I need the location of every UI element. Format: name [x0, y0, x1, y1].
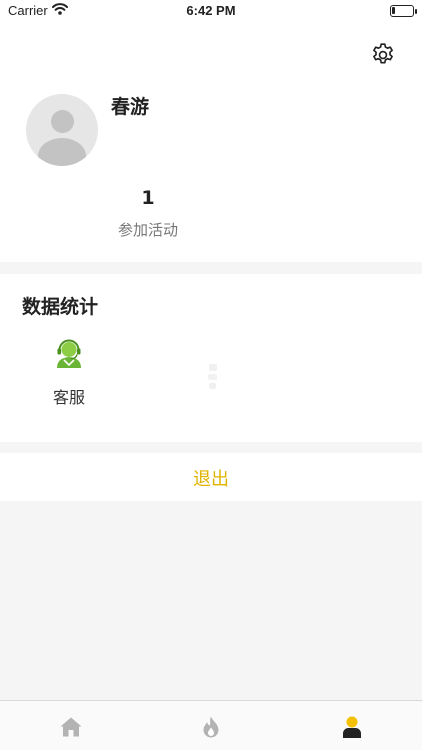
faint-decoration-icon	[208, 364, 217, 389]
activity-label: 参加活动	[117, 221, 178, 239]
avatar-head	[51, 110, 74, 133]
avatar-body	[38, 138, 86, 166]
tab-bar	[0, 700, 422, 750]
home-icon[interactable]	[59, 715, 83, 739]
customer-service-icon	[57, 339, 81, 368]
logout-label: 退出	[193, 469, 229, 490]
gear-icon[interactable]	[370, 42, 396, 68]
activity-count: 1	[141, 187, 155, 209]
flame-icon[interactable]	[199, 715, 223, 739]
logout-button[interactable]: 退出	[0, 453, 422, 501]
customer-service-label: 客服	[52, 388, 85, 407]
profile-card: 春游 1 参加活动	[0, 22, 422, 262]
battery-icon	[390, 5, 417, 17]
username: 春游	[111, 96, 150, 118]
status-bar: Carrier 6:42 PM	[0, 0, 422, 22]
person-icon[interactable]	[340, 715, 364, 739]
section-title: 数据统计	[22, 296, 99, 318]
customer-service-button[interactable]: 客服	[36, 336, 102, 408]
avatar[interactable]	[26, 94, 98, 166]
battery-level	[392, 7, 395, 14]
clock: 6:42 PM	[186, 3, 236, 18]
activity-stat[interactable]: 1 参加活动	[88, 187, 208, 240]
stats-section: 数据统计 客服	[0, 274, 422, 442]
